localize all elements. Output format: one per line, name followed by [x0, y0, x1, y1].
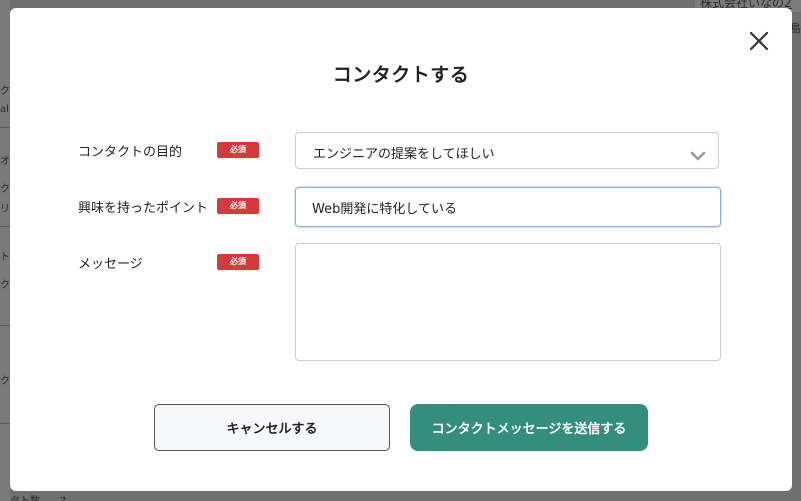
interest-input[interactable] [295, 187, 721, 227]
background-divider [0, 226, 10, 227]
background-count-text: タト数 7 [10, 492, 66, 501]
message-label: メッセージ [78, 257, 143, 272]
purpose-select[interactable]: エンジニアの提案をしてほしい [295, 132, 719, 169]
background-text-fragment: ク [0, 280, 10, 291]
background-divider [0, 423, 10, 424]
background-text-fragment: ク [0, 86, 10, 97]
required-badge: 必須 [217, 198, 259, 214]
close-button[interactable] [748, 30, 770, 52]
background-divider [0, 325, 10, 326]
contact-modal: コンタクトする コンタクトの目的 必須 エンジニアの提案をしてほしい 興味を持っ… [10, 8, 792, 491]
modal-title: コンタクトする [332, 64, 470, 86]
submit-contact-button[interactable]: コンタクトメッセージを送信する [410, 404, 648, 451]
purpose-select-value: エンジニアの提案をしてほしい [313, 147, 495, 162]
background-text-fragment: ト [0, 252, 10, 263]
message-textarea[interactable] [295, 243, 721, 361]
required-badge: 必須 [217, 142, 259, 158]
chevron-down-icon [690, 146, 706, 165]
background-text-fragment: オ [0, 156, 10, 167]
required-badge: 必須 [217, 254, 259, 270]
interest-label: 興味を持ったポイント [78, 201, 209, 216]
cancel-button[interactable]: キャンセルする [154, 404, 390, 451]
close-icon [749, 31, 769, 51]
background-divider [0, 127, 10, 128]
purpose-label: コンタクトの目的 [78, 145, 183, 160]
background-text-fragment: ク [0, 376, 10, 387]
background-text-fragment: al [0, 104, 9, 115]
background-text-fragment: リ [0, 204, 10, 215]
background-text-fragment: ク [0, 184, 10, 195]
